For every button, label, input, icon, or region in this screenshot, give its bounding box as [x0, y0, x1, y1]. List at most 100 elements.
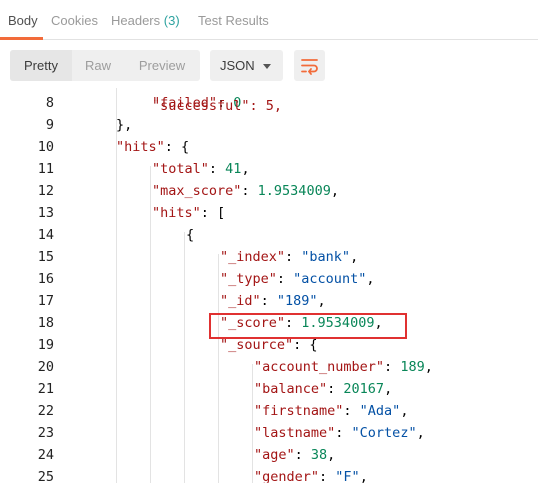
line-number: 22 [37, 403, 54, 419]
tab-body[interactable]: Body [8, 13, 38, 28]
json-key: "total" [152, 161, 209, 177]
code-line: 9}, [0, 114, 538, 136]
json-key: "max_score" [152, 183, 242, 199]
response-toolbar: Pretty Raw Preview JSON [0, 40, 538, 88]
code-line: 23 "lastname": "Cortez", [0, 422, 538, 444]
line-number: 14 [37, 227, 54, 243]
code-text: "firstname": "Ada", [254, 400, 408, 422]
json-punctuation: , [384, 381, 393, 397]
line-number: 10 [37, 139, 54, 155]
wrap-lines-button[interactable] [294, 50, 325, 81]
json-string-value: "F" [335, 469, 360, 483]
line-number: 24 [37, 447, 54, 463]
tab-cookies[interactable]: Cookies [51, 13, 98, 28]
json-key: "account_number" [254, 359, 385, 375]
line-number: 21 [37, 381, 54, 397]
code-text: "account_number": 189, [254, 356, 433, 378]
pretty-button[interactable]: Pretty [10, 50, 72, 81]
json-number-value: 20167 [343, 381, 385, 397]
json-punctuation: : [343, 403, 360, 419]
code-line: 13 "hits": [ [0, 202, 538, 224]
json-key: "firstname" [254, 403, 344, 419]
code-line: 17 "_id": "189", [0, 290, 538, 312]
json-punctuation: : [384, 359, 401, 375]
code-line: 22 "firstname": "Ada", [0, 400, 538, 422]
json-punctuation: }, [116, 117, 133, 133]
json-punctuation: , [400, 403, 409, 419]
code-text: "_type": "account", [220, 268, 374, 290]
json-response-viewer[interactable]: 8 "failed": 0 9}, 10 "hits": {11 "total": 41,… [0, 88, 538, 483]
json-key: "gender" [254, 469, 320, 483]
format-select[interactable]: JSON [210, 50, 283, 81]
json-key: "age" [254, 447, 295, 463]
json-punctuation: { [186, 227, 195, 243]
json-key: "_type" [220, 271, 277, 287]
json-punctuation: , [359, 469, 368, 483]
line-number: 17 [37, 293, 54, 309]
json-number-value: 41 [225, 161, 242, 177]
json-punctuation: : [327, 381, 344, 397]
json-number-value: 38 [310, 447, 328, 463]
code-text: "_index": "bank", [220, 246, 358, 268]
json-string-value: "Ada" [359, 403, 401, 419]
json-punctuation: , [366, 271, 375, 287]
code-text: "age": 38, [254, 444, 335, 466]
line-number: 19 [37, 337, 54, 353]
line-number: 11 [37, 161, 54, 177]
json-punctuation: , [424, 359, 433, 375]
tab-test-results[interactable]: Test Results [198, 13, 269, 28]
headers-count-badge: (3) [163, 13, 180, 28]
format-select-value: JSON [220, 58, 255, 73]
json-punctuation: : [285, 249, 302, 265]
chevron-down-icon [263, 64, 271, 69]
json-punctuation: , [416, 425, 425, 441]
json-punctuation: , [350, 249, 359, 265]
json-number-value: 189 [400, 359, 425, 375]
json-punctuation: : [276, 271, 294, 287]
json-punctuation: : [241, 183, 258, 199]
json-key: "balance" [254, 381, 328, 397]
json-punctuation: : { [164, 139, 190, 155]
code-line-partial: "successful": 5, [152, 98, 283, 114]
json-number-value: 1.9534009 [257, 183, 331, 199]
json-key: "_source" [220, 337, 294, 353]
line-number: 20 [37, 359, 54, 375]
code-line: 12 "max_score": 1.9534009, [0, 180, 538, 202]
line-number: 15 [37, 249, 54, 265]
code-text: "hits": [ [152, 202, 225, 224]
json-key: "_id" [220, 293, 261, 309]
code-text: }, [116, 114, 132, 136]
json-string-value: "189" [276, 293, 318, 309]
line-number: 16 [37, 271, 54, 287]
json-key: "hits" [152, 205, 201, 221]
line-number: 23 [37, 425, 54, 441]
code-line: 25 "gender": "F", [0, 466, 538, 483]
wrap-lines-icon [301, 59, 318, 75]
json-string-value: "account" [293, 271, 367, 287]
json-key: "lastname" [254, 425, 336, 441]
json-punctuation: : [294, 447, 311, 463]
code-text: "balance": 20167, [254, 378, 392, 400]
code-text: "_id": "189", [220, 290, 326, 312]
code-text: "total": 41, [152, 158, 250, 180]
code-line: 11 "total": 41, [0, 158, 538, 180]
json-punctuation: : [319, 469, 336, 483]
preview-button[interactable]: Preview [124, 50, 200, 81]
code-text: "hits": { [116, 136, 189, 158]
code-text: "gender": "F", [254, 466, 368, 483]
json-punctuation: : { [293, 337, 318, 353]
code-line: 21 "balance": 20167, [0, 378, 538, 400]
tab-headers[interactable]: Headers (3) [111, 13, 180, 28]
score-highlight-box [209, 313, 407, 339]
json-punctuation: : [ [200, 205, 226, 221]
json-punctuation: : [335, 425, 352, 441]
raw-button[interactable]: Raw [72, 50, 124, 81]
json-key: "hits" [116, 139, 165, 155]
code-line: 15 "_index": "bank", [0, 246, 538, 268]
json-string-value: "bank" [301, 249, 351, 265]
line-number: 25 [37, 469, 54, 483]
code-line: 24 "age": 38, [0, 444, 538, 466]
json-punctuation: : [260, 293, 277, 309]
code-line: 14 { [0, 224, 538, 246]
code-text: "max_score": 1.9534009, [152, 180, 339, 202]
